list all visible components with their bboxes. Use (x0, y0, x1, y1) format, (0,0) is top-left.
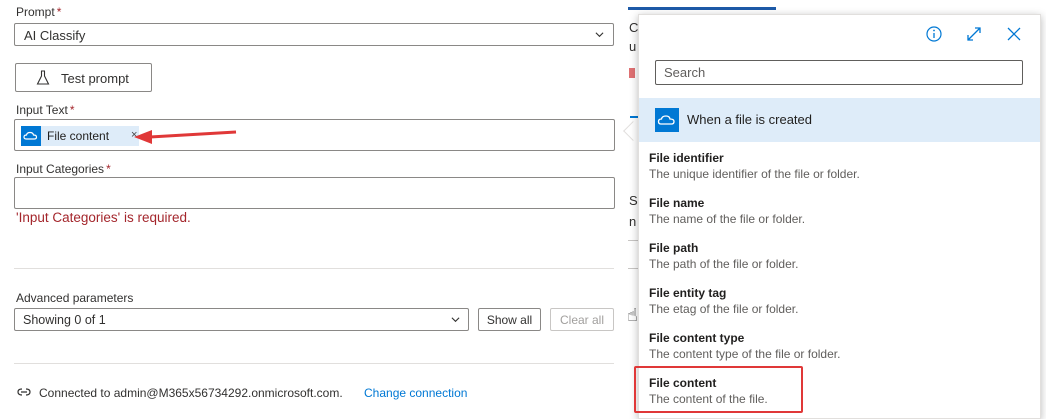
file-content-token[interactable]: File content × (21, 126, 139, 146)
action-form-panel: Prompt * AI Classify Test prompt Input Te… (0, 0, 628, 419)
item-description: The path of the file or folder. (649, 257, 799, 271)
item-title: File identifier (649, 151, 724, 165)
info-icon[interactable] (925, 25, 943, 43)
prompt-select-value: AI Classify (24, 28, 86, 43)
item-title: File path (649, 241, 699, 255)
advanced-parameters-label: Advanced parameters (16, 291, 134, 305)
background-text: C (629, 20, 639, 35)
section-when-file-created[interactable]: When a file is created (639, 98, 1040, 142)
background-text: n (629, 214, 637, 229)
annotation-arrow (134, 130, 237, 144)
background-underline (630, 116, 638, 118)
item-description: The etag of the file or folder. (649, 302, 799, 316)
expand-icon[interactable] (965, 25, 983, 43)
divider (14, 363, 614, 364)
change-connection-link[interactable]: Change connection (364, 386, 467, 400)
list-item[interactable]: File entity tag The etag of the file or … (639, 284, 1040, 328)
token-label: File content (47, 129, 110, 143)
test-prompt-button[interactable]: Test prompt (15, 63, 152, 92)
background-divider (628, 240, 638, 241)
background-text: S (629, 193, 638, 208)
prompt-label: Prompt * (16, 5, 62, 19)
item-description: The content type of the file or folder. (649, 347, 841, 361)
input-text-field[interactable]: File content × (14, 119, 615, 151)
link-icon (17, 388, 31, 396)
advanced-select-value: Showing 0 of 1 (23, 313, 106, 327)
test-prompt-label: Test prompt (61, 71, 129, 86)
background-card-border (628, 7, 776, 10)
chevron-down-icon (595, 32, 604, 38)
show-all-button[interactable]: Show all (478, 308, 541, 331)
item-description: The name of the file or folder. (649, 212, 806, 226)
annotation-highlight-box (634, 366, 803, 413)
background-divider (628, 268, 638, 269)
close-icon[interactable] (1005, 25, 1023, 43)
background-text: u (629, 39, 637, 54)
hand-cursor-icon: ☝ (627, 305, 638, 325)
input-categories-label: Input Categories * (16, 162, 111, 176)
item-title: File content type (649, 331, 745, 345)
clear-all-button[interactable]: Clear all (550, 308, 614, 331)
cloud-icon (21, 126, 41, 146)
item-description: The unique identifier of the file or fol… (649, 167, 860, 181)
search-box[interactable] (655, 60, 1023, 85)
chevron-down-icon (451, 317, 460, 323)
flask-icon (36, 70, 50, 85)
item-title: File entity tag (649, 286, 727, 300)
list-item[interactable]: File name The name of the file or folder… (639, 194, 1040, 238)
background-mark (629, 68, 635, 78)
divider (14, 268, 614, 269)
input-categories-field[interactable] (14, 177, 615, 209)
prompt-select[interactable]: AI Classify (14, 23, 614, 46)
input-text-label: Input Text * (16, 103, 75, 117)
list-item[interactable]: File path The path of the file or folder… (639, 239, 1040, 283)
connection-status: Connected to admin@M365x56734292.onmicro… (39, 386, 343, 400)
dynamic-content-popup: When a file is created File identifier T… (638, 14, 1041, 419)
item-title: File name (649, 196, 705, 210)
cloud-icon (655, 108, 679, 132)
list-item[interactable]: File identifier The unique identifier of… (639, 149, 1040, 193)
error-message: 'Input Categories' is required. (16, 210, 191, 225)
search-input[interactable] (656, 61, 1022, 84)
section-title: When a file is created (687, 112, 813, 127)
advanced-parameters-select[interactable]: Showing 0 of 1 (14, 308, 469, 331)
